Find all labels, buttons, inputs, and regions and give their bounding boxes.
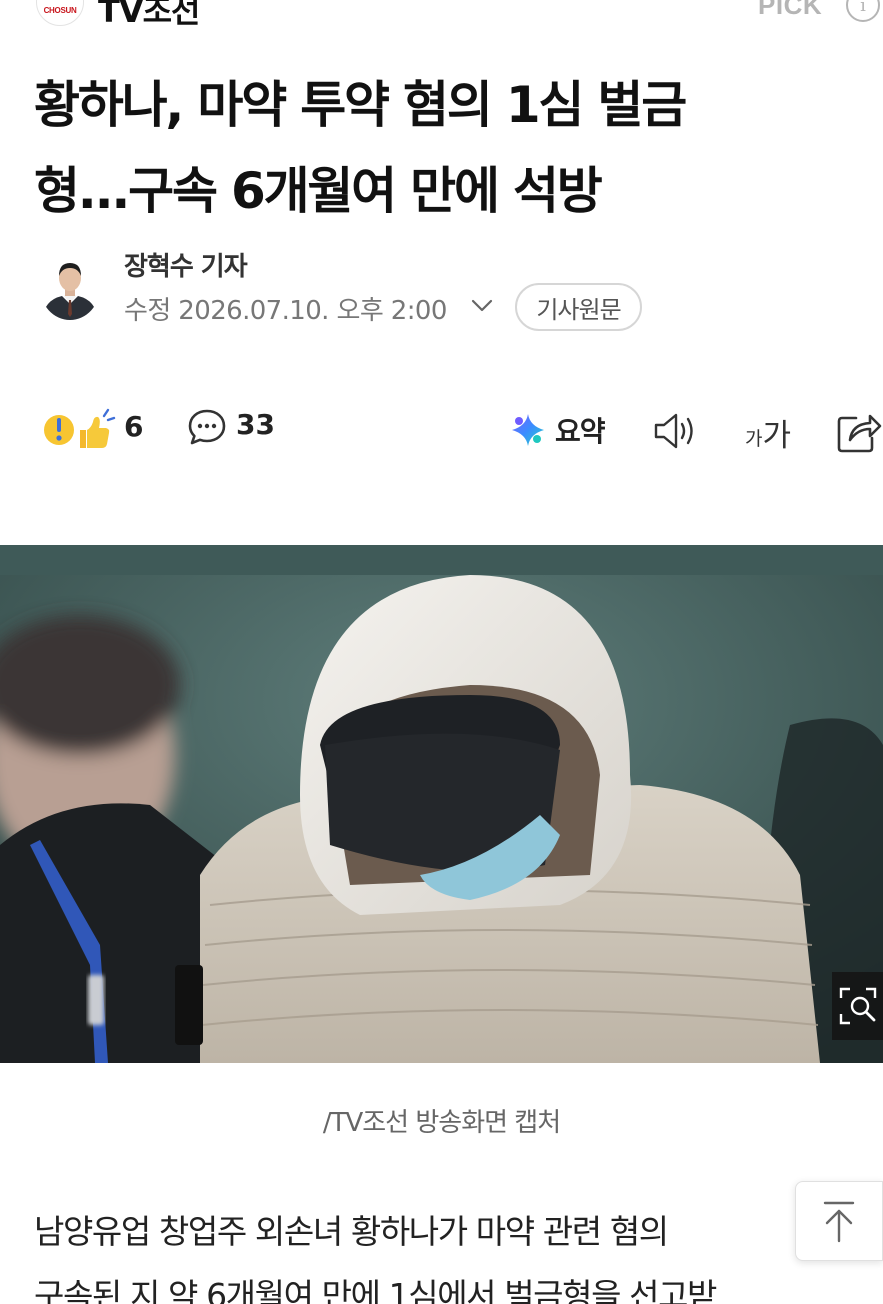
comment-count: 33 xyxy=(236,408,275,441)
arrow-up-icon xyxy=(823,1201,855,1243)
reaction-count: 6 xyxy=(124,410,144,443)
font-size-big-label: 가 xyxy=(762,418,792,454)
speaker-icon[interactable] xyxy=(652,410,700,452)
top-bar: CHOSUN TV조선 PICK i xyxy=(0,0,883,30)
headline-line-1: 황하나, 마약 투약 혐의 1심 벌금 xyxy=(34,76,687,134)
body-line-2: 구속된 지 약 6개월여 만에 1심에서 벌금형을 선고받 xyxy=(34,1276,717,1304)
scroll-to-top-button[interactable] xyxy=(795,1181,883,1261)
reporter-avatar[interactable] xyxy=(40,254,100,320)
font-size-button[interactable]: 가 가 xyxy=(745,408,791,454)
share-icon[interactable] xyxy=(836,408,882,454)
comment-icon[interactable] xyxy=(186,406,228,448)
article-photo[interactable] xyxy=(0,545,883,1063)
article-body: 남양유업 창업주 외손녀 황하나가 마약 관련 혐의 구속된 지 약 6개월여 … xyxy=(34,1200,834,1304)
reaction-icon[interactable] xyxy=(42,406,116,452)
article-date: 수정 2026.07.10. 오후 2:00 xyxy=(124,296,447,326)
press-name[interactable]: TV조선 xyxy=(98,0,200,32)
info-icon[interactable]: i xyxy=(846,0,880,22)
zoom-icon xyxy=(839,987,876,1025)
photo-caption: /TV조선 방송화면 캡처 xyxy=(322,1108,561,1138)
chevron-down-icon[interactable] xyxy=(470,296,494,316)
reporter-name[interactable]: 장혁수 기자 xyxy=(124,246,248,283)
original-article-button[interactable]: 기사원문 xyxy=(515,283,642,331)
ai-summary-icon[interactable] xyxy=(510,412,546,448)
pick-label[interactable]: PICK xyxy=(758,0,822,21)
photo-zoom-button[interactable] xyxy=(832,972,883,1040)
font-size-small-label: 가 xyxy=(745,428,763,450)
headline-line-2: 형...구속 6개월여 만에 석방 xyxy=(34,162,603,220)
press-logo-text: CHOSUN xyxy=(43,6,77,15)
summary-label[interactable]: 요약 xyxy=(555,410,606,450)
press-logo[interactable]: CHOSUN xyxy=(36,0,84,26)
article-headline: 황하나, 마약 투약 혐의 1심 벌금 형...구속 6개월여 만에 석방 xyxy=(34,62,854,234)
body-line-1: 남양유업 창업주 외손녀 황하나가 마약 관련 혐의 xyxy=(34,1212,669,1251)
